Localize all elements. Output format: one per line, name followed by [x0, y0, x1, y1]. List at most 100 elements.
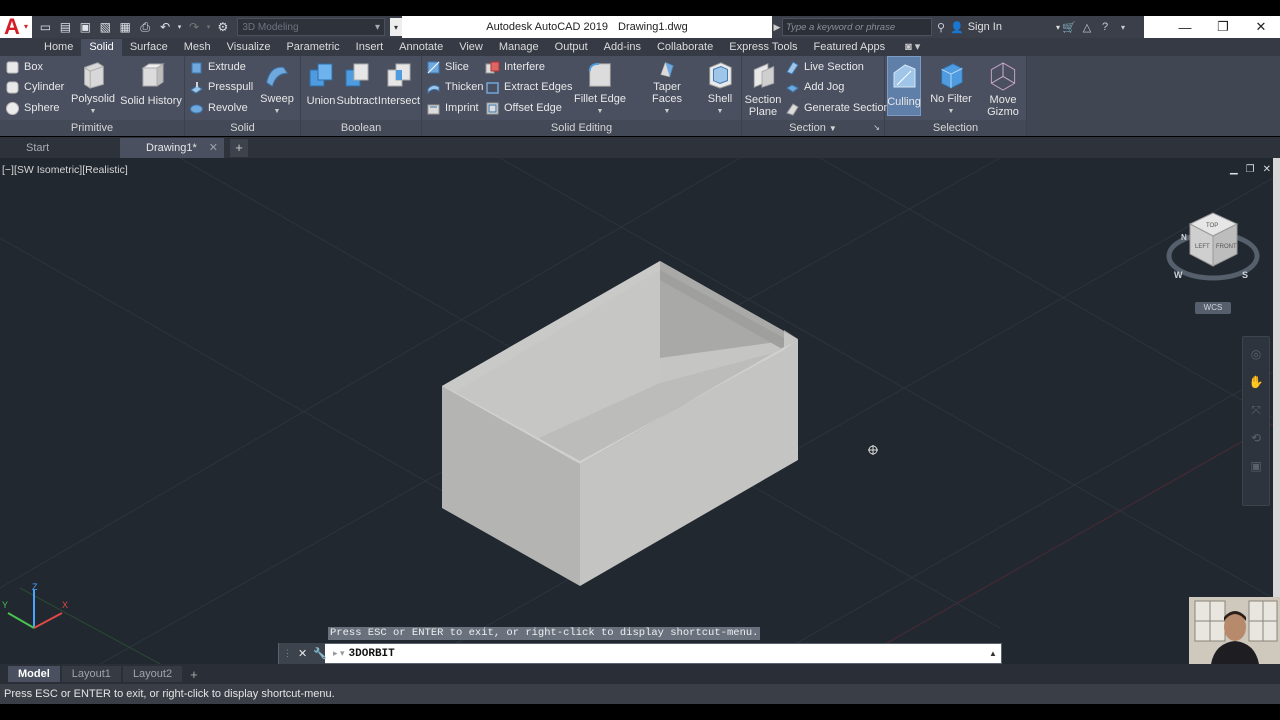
restore-button[interactable]: ❐: [1204, 16, 1242, 38]
add-layout-button[interactable]: +: [184, 667, 204, 682]
fillet-edge-button[interactable]: Fillet Edge ▼: [574, 56, 626, 118]
close-command-line-icon[interactable]: ✕: [298, 647, 307, 660]
application-menu-button[interactable]: A ▾: [0, 16, 32, 38]
sign-in-button[interactable]: 👤 Sign In ▾: [950, 21, 1060, 34]
command-history-toggle-icon[interactable]: ▲: [985, 649, 1001, 658]
showmotion-icon[interactable]: ▣: [1243, 455, 1269, 477]
model-viewport[interactable]: Z X Y TOP LEFT FRONT N W S [−][SW Isomet…: [0, 158, 1273, 664]
zoom-extents-icon[interactable]: ⤧: [1243, 399, 1269, 421]
search-input[interactable]: Type a keyword or phrase: [782, 18, 932, 36]
panel-title-primitive[interactable]: Primitive: [0, 120, 184, 136]
tab-home[interactable]: Home: [36, 39, 81, 56]
thicken-button[interactable]: Thicken: [426, 77, 484, 97]
ribbon-display-toggle-icon[interactable]: ◙ ▾: [905, 39, 920, 56]
tab-insert[interactable]: Insert: [348, 39, 392, 56]
close-button[interactable]: ✕: [1242, 16, 1280, 38]
slice-button[interactable]: Slice: [426, 57, 469, 77]
help-dropdown-icon[interactable]: ▾: [1114, 18, 1132, 36]
tab-parametric[interactable]: Parametric: [278, 39, 347, 56]
revolve-button[interactable]: Revolve: [189, 98, 248, 118]
panel-title-section[interactable]: Section ▼ ↘: [742, 120, 884, 136]
tab-view[interactable]: View: [451, 39, 491, 56]
panel-title-solid-editing[interactable]: Solid Editing: [422, 120, 741, 136]
tab-output[interactable]: Output: [547, 39, 596, 56]
search-binoculars-icon[interactable]: ⚲: [932, 18, 950, 36]
web-mobile-icon[interactable]: ▦: [116, 18, 135, 36]
tab-mesh[interactable]: Mesh: [176, 39, 219, 56]
panel-title-selection[interactable]: Selection: [885, 120, 1026, 136]
cylinder-button[interactable]: Cylinder: [5, 77, 64, 97]
tab-featured-apps[interactable]: Featured Apps: [806, 39, 894, 56]
polysolid-button[interactable]: Polysolid ▼: [70, 56, 116, 118]
shell-button[interactable]: Shell ▼: [702, 56, 738, 118]
plot-icon[interactable]: ⎙: [136, 18, 155, 36]
command-input[interactable]: 3DORBIT: [349, 648, 985, 660]
tab-model[interactable]: Model: [8, 666, 60, 682]
tab-drawing1[interactable]: Drawing1* ✕: [120, 138, 224, 158]
extract-edges-button[interactable]: Extract Edges: [485, 77, 572, 97]
union-button[interactable]: Union: [303, 56, 339, 118]
tab-layout1[interactable]: Layout1: [61, 666, 121, 682]
tab-visualize[interactable]: Visualize: [219, 39, 279, 56]
workspace-gear-icon[interactable]: ⚙: [213, 18, 232, 36]
drag-handle-icon[interactable]: ⋮: [283, 648, 292, 659]
store-cart-icon[interactable]: 🛒: [1060, 18, 1078, 36]
undo-dropdown-icon[interactable]: ▾: [176, 18, 184, 36]
viewcube[interactable]: TOP LEFT FRONT N W S: [1166, 212, 1260, 281]
panel-title-boolean[interactable]: Boolean: [301, 120, 421, 136]
viewport-controls-label[interactable]: [−][SW Isometric][Realistic]: [2, 164, 128, 176]
box-model[interactable]: [442, 261, 798, 586]
open-icon[interactable]: ▤: [56, 18, 75, 36]
subtract-button[interactable]: Subtract: [337, 56, 377, 118]
section-plane-button[interactable]: Section Plane: [744, 56, 782, 118]
viewport-minimize-icon[interactable]: ▁: [1230, 164, 1238, 175]
culling-button[interactable]: Culling: [887, 56, 921, 116]
dialog-launcher-icon[interactable]: ↘: [873, 120, 880, 136]
offset-edge-button[interactable]: Offset Edge: [485, 98, 562, 118]
tab-express-tools[interactable]: Express Tools: [721, 39, 805, 56]
tab-start[interactable]: Start: [0, 138, 120, 158]
new-icon[interactable]: ▭: [36, 18, 55, 36]
tab-layout2[interactable]: Layout2: [122, 666, 183, 682]
close-tab-icon[interactable]: ✕: [209, 138, 218, 158]
presspull-button[interactable]: Presspull: [189, 77, 253, 97]
new-drawing-tab-button[interactable]: +: [230, 139, 248, 157]
tab-manage[interactable]: Manage: [491, 39, 547, 56]
viewport-restore-icon[interactable]: ❐: [1246, 164, 1255, 175]
help-icon[interactable]: ?: [1096, 18, 1114, 36]
pan-icon[interactable]: ✋: [1243, 371, 1269, 393]
undo-icon[interactable]: ↶: [156, 18, 175, 36]
workspace-dropdown[interactable]: 3D Modeling ▾: [237, 18, 385, 36]
save-as-icon[interactable]: ▧: [96, 18, 115, 36]
panel-title-solid[interactable]: Solid: [185, 120, 300, 136]
tab-surface[interactable]: Surface: [122, 39, 176, 56]
minimize-button[interactable]: —: [1166, 16, 1204, 38]
solid-history-button[interactable]: Solid History: [120, 56, 182, 118]
autodesk-a360-icon[interactable]: △: [1078, 18, 1096, 36]
expand-search-icon[interactable]: ▶: [772, 22, 782, 33]
live-section-button[interactable]: Live Section: [785, 57, 864, 77]
move-gizmo-button[interactable]: Move Gizmo: [981, 56, 1025, 118]
customize-wrench-icon[interactable]: 🔧: [313, 647, 327, 660]
steering-wheel-icon[interactable]: ◎: [1243, 343, 1269, 365]
save-icon[interactable]: ▣: [76, 18, 95, 36]
imprint-button[interactable]: Imprint: [426, 98, 479, 118]
redo-icon[interactable]: ↷: [185, 18, 204, 36]
command-prompt-icon[interactable]: ▸ ▾: [333, 648, 345, 659]
sphere-button[interactable]: Sphere: [5, 98, 59, 118]
viewport-close-icon[interactable]: ✕: [1263, 164, 1271, 175]
intersect-button[interactable]: Intersect: [378, 56, 420, 118]
sweep-button[interactable]: Sweep ▼: [257, 56, 297, 118]
tab-annotate[interactable]: Annotate: [391, 39, 451, 56]
orbit-icon[interactable]: ⟲: [1243, 427, 1269, 449]
box-button[interactable]: Box: [5, 57, 43, 77]
tab-solid[interactable]: Solid: [81, 39, 122, 56]
wcs-menu[interactable]: WCS: [1195, 302, 1231, 314]
interfere-button[interactable]: Interfere: [485, 57, 545, 77]
customize-qat-icon[interactable]: ▾: [389, 18, 402, 36]
no-filter-button[interactable]: No Filter ▼: [929, 56, 973, 118]
taper-faces-button[interactable]: Taper Faces ▼: [638, 56, 696, 118]
tab-collaborate[interactable]: Collaborate: [649, 39, 721, 56]
redo-dropdown-icon[interactable]: ▾: [204, 18, 212, 36]
extrude-button[interactable]: Extrude: [189, 57, 246, 77]
